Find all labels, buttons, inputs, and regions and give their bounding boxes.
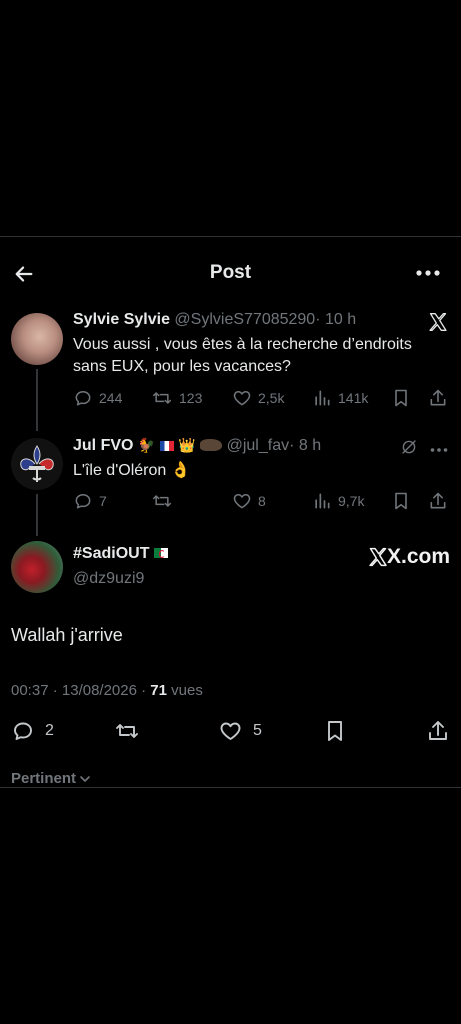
views-chart-icon (315, 390, 330, 406)
thread-connector (36, 369, 38, 431)
heart-icon (220, 722, 241, 740)
repost-icon (152, 392, 172, 404)
sort-dropdown[interactable]: Pertinent (11, 770, 91, 787)
share-icon (430, 492, 446, 509)
more-dots-icon (430, 448, 448, 452)
like-button[interactable]: 8 (232, 491, 266, 511)
author-name[interactable]: Sylvie Sylvie (73, 311, 170, 328)
avatar[interactable] (11, 313, 63, 365)
views-button[interactable]: 9,7k (312, 491, 364, 511)
post-text: Vous aussi , vous êtes à la recherche d’… (73, 336, 412, 375)
share-icon (429, 721, 447, 740)
views-chart-icon (315, 493, 330, 509)
bottom-divider (0, 787, 461, 788)
avatar[interactable] (11, 438, 63, 490)
author-name[interactable]: #SadiOUT (73, 545, 149, 562)
like-button[interactable]: 5 (218, 719, 262, 743)
avatar[interactable] (11, 541, 63, 593)
more-options-button[interactable] (430, 440, 448, 458)
author-handle[interactable]: @jul_fav (227, 437, 290, 454)
post-time[interactable]: · 10 h (315, 311, 356, 328)
repost-icon (116, 724, 138, 738)
share-button[interactable] (426, 719, 450, 748)
boar-emoji-icon (200, 439, 223, 451)
top-divider (0, 236, 461, 237)
bookmark-icon (395, 492, 407, 510)
repost-button[interactable] (114, 719, 150, 743)
views-button[interactable]: 141k (312, 388, 368, 408)
post-time[interactable]: · 8 h (289, 437, 321, 454)
x-logo-icon (369, 547, 387, 567)
fleur-de-lis-icon (20, 445, 54, 482)
algerian-flag-icon (153, 548, 168, 558)
views-count: 71 (150, 682, 167, 699)
bookmark-button[interactable] (392, 491, 410, 516)
author-name-row: #SadiOUT (73, 545, 168, 563)
heart-icon (233, 391, 251, 406)
repost-icon (152, 495, 172, 507)
more-dots-icon (416, 270, 440, 276)
heart-icon (233, 494, 251, 509)
share-icon (430, 389, 446, 406)
name-emoji: 👑 (178, 437, 196, 453)
chevron-down-icon (80, 775, 90, 782)
xcom-watermark: X.com (368, 545, 450, 569)
reply-icon (75, 391, 91, 406)
share-button[interactable] (428, 491, 448, 516)
more-options-button[interactable] (410, 258, 446, 288)
views-label: vues (171, 682, 203, 699)
like-button[interactable]: 2,5k (232, 388, 284, 408)
author-handle[interactable]: @dz9uzi9 (73, 570, 144, 588)
repost-button[interactable] (151, 491, 179, 511)
post-header: Sylvie Sylvie @SylvieS77085290· 10 h (73, 311, 356, 329)
bookmark-button[interactable] (392, 388, 410, 413)
author-handle[interactable]: @SylvieS77085290 (174, 311, 315, 328)
reply-icon (75, 494, 91, 509)
grok-icon[interactable] (400, 438, 418, 461)
post-text: L'île d'Oléron 👌 (73, 462, 191, 479)
share-button[interactable] (428, 388, 448, 413)
reply-button[interactable]: 7 (73, 491, 107, 511)
page-title: Post (209, 262, 252, 283)
author-name[interactable]: Jul FVO (73, 437, 133, 454)
repost-button[interactable]: 123 (151, 388, 202, 408)
french-flag-icon (159, 441, 174, 451)
reply-icon (14, 722, 32, 740)
post-text: Wallah j'arrive (11, 625, 123, 645)
post-meta: 00:37 · 13/08/2026 · 71 vues (11, 682, 203, 699)
bookmark-icon (328, 721, 342, 741)
bookmark-button[interactable] (324, 719, 346, 748)
post-time[interactable]: 00:37 (11, 682, 49, 699)
thread-connector (36, 494, 38, 536)
reply-button[interactable]: 2 (11, 719, 54, 743)
post-date[interactable]: · 13/08/2026 · (53, 682, 146, 699)
name-emoji: 🐓 (137, 437, 156, 453)
post-header: Jul FVO 🐓 👑 @jul_fav· 8 h (73, 437, 321, 455)
reply-button[interactable]: 244 (73, 388, 122, 408)
bookmark-icon (395, 389, 407, 407)
